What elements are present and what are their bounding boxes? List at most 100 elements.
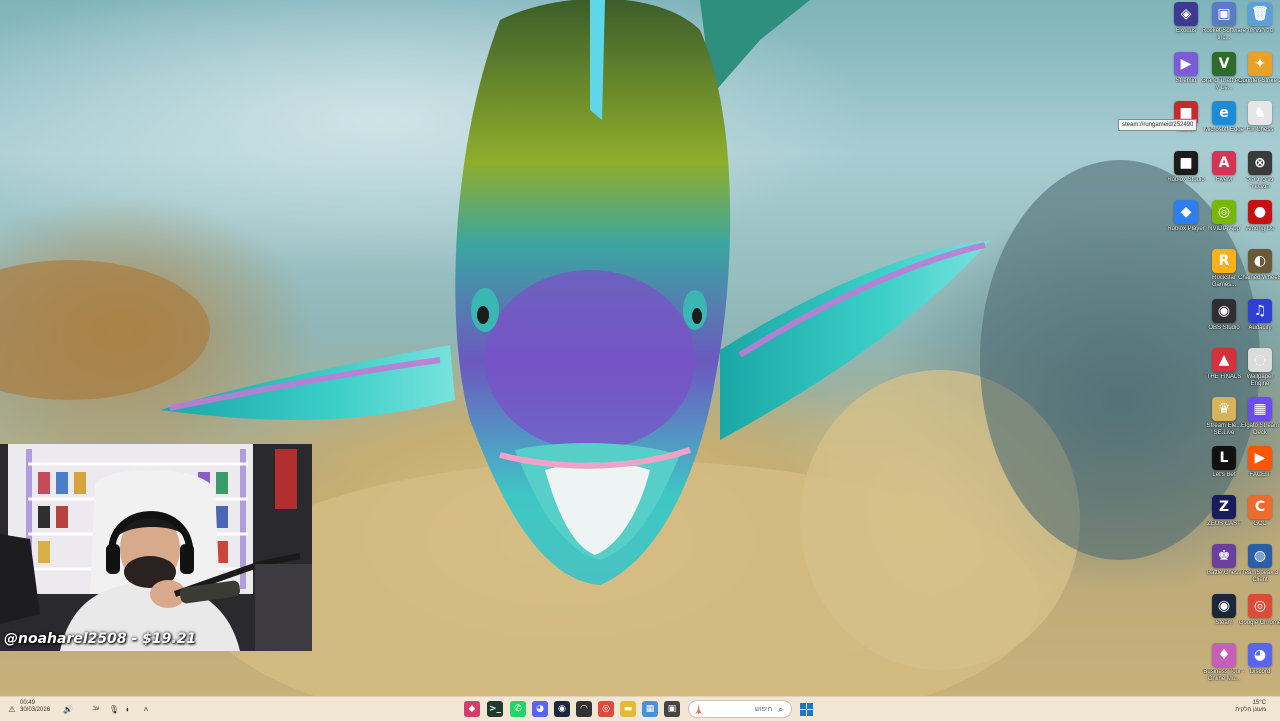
clock-time: 00:49	[20, 700, 36, 706]
store-icon: ▦	[642, 701, 658, 717]
search-input[interactable]	[712, 705, 773, 713]
faceit-icon: ▶	[1248, 446, 1272, 470]
discord-icon: ◕	[532, 701, 548, 717]
desktop-icon-chrome[interactable]: ◎ Google Chrome	[1237, 594, 1280, 642]
microphone-icon[interactable]: 🎙	[108, 701, 120, 717]
obs-icon: ◉	[1212, 299, 1236, 323]
gcc-icon: C	[1248, 495, 1272, 519]
desktop-icon-gcc[interactable]: C GCC	[1237, 495, 1280, 543]
game-icon: ◐	[1248, 249, 1272, 273]
stremio-icon: ▶	[1174, 52, 1198, 76]
taskbar-app-steam[interactable]: ◉	[554, 701, 570, 717]
taskbar-app-terminal[interactable]: >_	[487, 701, 503, 717]
terminal-icon: >_	[487, 701, 503, 717]
show-hidden-icons-chevron-up-icon[interactable]: ˄	[140, 701, 152, 717]
weather-desc: מעונן חלקית	[1235, 707, 1266, 713]
taskbar-app-copilot[interactable]: ◆	[464, 701, 480, 717]
desktop-icon-label: Counter-Strike 2	[1238, 78, 1280, 84]
zeus-cast-icon: Z	[1212, 495, 1236, 519]
desktop-icon-audacity[interactable]: ♫ Audacity	[1237, 299, 1280, 347]
desktop-icon-label: Chained Wheels	[1237, 275, 1280, 281]
desktop-icon-wallpaper[interactable]: ◌ Wallpaper Engine	[1237, 348, 1280, 396]
desktop-icon-elgato[interactable]: ▦ Elgato Stream Deck	[1237, 397, 1280, 445]
chrome-icon: ◎	[598, 701, 614, 717]
tray-app-icon[interactable]: ◐	[122, 701, 134, 717]
language-indicator[interactable]: עב	[86, 701, 106, 717]
discord-icon: ◕	[1248, 643, 1272, 667]
the-finals-icon: ▲	[1212, 348, 1236, 372]
among-us-icon: ●	[1248, 200, 1272, 224]
desktop-icon-among-us[interactable]: ● Among Us	[1237, 200, 1280, 248]
rockstar-icon: R	[1212, 249, 1236, 273]
taskbar: ⚠ 00:49 30/03/2026 🔊 עב 🎙 ◐ ˄ ◆ >_ ✆ ◕ ◉ ◠ ◎ ▬ ▦…	[0, 696, 1280, 721]
headset-icon: ◠	[576, 701, 592, 717]
game-icon: ♚	[1212, 544, 1236, 568]
desktop-icon-faceit[interactable]: ▶ FACEIT	[1237, 446, 1280, 494]
desktop-icon-steam-controller[interactable]: ⊗ מרכז ניהול המכשיר	[1237, 151, 1280, 199]
icon-tooltip: steam://rungameid/252490	[1118, 119, 1198, 131]
desktop-icon-label: סל המחזור	[1246, 28, 1274, 34]
desktop-icon-chained[interactable]: ◐ Chained Wheels	[1237, 249, 1280, 297]
weather-widget[interactable]: 15°C מעונן חלקית	[1235, 700, 1266, 714]
streamer-figure	[0, 449, 312, 651]
audacity-icon: ♫	[1248, 299, 1272, 323]
lets-bet-icon: L	[1212, 446, 1236, 470]
desktop-icon-label: TeamSpeak 3 Client	[1241, 570, 1279, 583]
desktop-icon-discord[interactable]: ◕ Discord	[1237, 643, 1280, 691]
roblox-studio-icon: ■	[1174, 151, 1198, 175]
steam-icon: ◉	[554, 701, 570, 717]
steam-icon: ◉	[1212, 594, 1236, 618]
desktop-icon-label: מרכז ניהול המכשיר	[1246, 177, 1274, 190]
taskbar-app-task-view[interactable]: ▣	[664, 701, 680, 717]
desktop-icon-label: Discord	[1249, 669, 1271, 675]
task-view-icon: ▣	[664, 701, 680, 717]
desktop-icon-counter-strike[interactable]: ✦ Counter-Strike 2	[1237, 52, 1280, 100]
taskbar-app-chrome[interactable]: ◎	[598, 701, 614, 717]
search-box[interactable]: 🗼 ⌕	[688, 700, 792, 718]
taskbar-app-whatsapp[interactable]: ✆	[510, 701, 526, 717]
webcam-overlay: @noaharel2508 - $19.21	[0, 444, 312, 651]
wallpaper-engine-icon: ◌	[1248, 348, 1272, 372]
donation-caption: @noaharel2508 - $19.21	[4, 631, 197, 647]
chess-icon: ♞	[1248, 101, 1272, 125]
search-highlight-icon: 🗼	[693, 703, 705, 714]
desktop-icon-label: Among Us	[1245, 226, 1274, 232]
app-shortcut-icon: ▣	[1212, 2, 1236, 26]
volume-icon[interactable]: 🔊	[58, 701, 78, 717]
taskbar-app-discord[interactable]: ◕	[532, 701, 548, 717]
business-tour-icon: ♦	[1212, 643, 1236, 667]
counter-strike-icon: ✦	[1248, 52, 1272, 76]
desktop-icon-label: FACEIT	[1249, 472, 1271, 478]
device-icon: ⊗	[1248, 151, 1272, 175]
fivem-icon: A	[1212, 151, 1236, 175]
stream-deck-icon: ▦	[1248, 397, 1272, 421]
start-button[interactable]	[798, 701, 814, 717]
exodus-icon: ◈	[1174, 2, 1198, 26]
search-icon: ⌕	[778, 703, 784, 714]
language-label: עב	[92, 705, 100, 712]
weather-temp: 15°C	[1252, 700, 1266, 706]
taskbar-app-store[interactable]: ▦	[642, 701, 658, 717]
desktop-icon-fivem-chess[interactable]: ♞ Fix Chess	[1237, 101, 1280, 149]
clock[interactable]: 00:49 30/03/2026	[20, 700, 50, 714]
desktop-icon-label: Audacity	[1248, 325, 1272, 331]
desktop-icon-recycle-bin[interactable]: 🗑 סל המחזור	[1237, 2, 1280, 50]
chrome-icon: ◎	[1248, 594, 1272, 618]
streamelements-icon: ♛	[1212, 397, 1236, 421]
desktop-icon-teamspeak[interactable]: ◍ TeamSpeak 3 Client	[1237, 544, 1280, 592]
whatsapp-icon: ✆	[510, 701, 526, 717]
taskbar-app-headset[interactable]: ◠	[576, 701, 592, 717]
nvidia-icon: ◎	[1212, 200, 1236, 224]
edge-icon: e	[1212, 101, 1236, 125]
teamspeak-icon: ◍	[1248, 544, 1272, 568]
desktop-icon-label: Elgato Stream Deck	[1240, 423, 1280, 436]
windows-logo-icon	[799, 702, 813, 716]
desktop-icon-label: Fix Chess	[1246, 127, 1274, 133]
desktop-icon-label: Wallpaper Engine	[1246, 374, 1274, 387]
taskbar-app-explorer[interactable]: ▬	[620, 701, 636, 717]
roblox-player-icon: ◆	[1174, 200, 1198, 224]
folder-icon: ▬	[620, 701, 636, 717]
network-icon[interactable]: ⚠	[8, 701, 16, 717]
recycle-bin-icon: 🗑	[1248, 2, 1272, 26]
copilot-icon: ◆	[464, 701, 480, 717]
